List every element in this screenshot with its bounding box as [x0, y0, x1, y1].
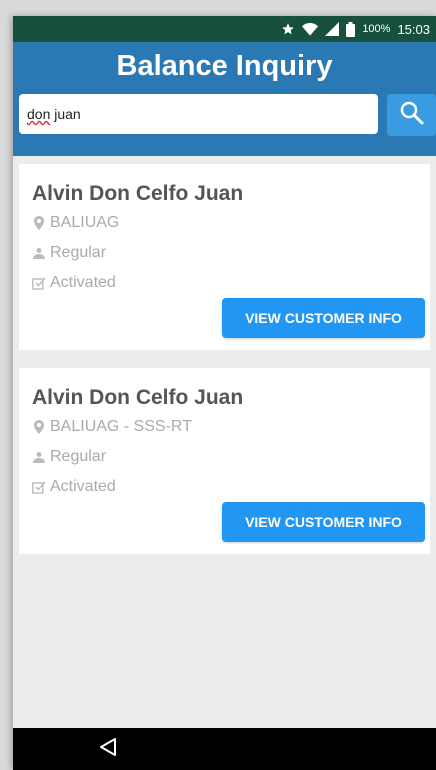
search-icon	[399, 100, 425, 131]
customer-type: Regular	[50, 244, 107, 261]
view-customer-info-button[interactable]: VIEW CUSTOMER INFO	[222, 298, 425, 338]
status-bar: 100% 15:03	[13, 16, 436, 42]
branch-row: BALIUAG - SSS-RT	[32, 418, 192, 436]
search-input[interactable]: don juan	[19, 94, 378, 134]
back-triangle-icon	[99, 737, 117, 762]
app-header: Balance Inquiry don juan	[13, 42, 436, 156]
signal-icon	[325, 22, 340, 36]
type-row: Regular	[32, 244, 106, 262]
user-icon	[32, 247, 46, 259]
page-title: Balance Inquiry	[116, 50, 333, 82]
search-value-misspelled: don	[27, 106, 51, 122]
customer-status: Activated	[50, 274, 116, 291]
search-button[interactable]	[387, 94, 436, 136]
type-row: Regular	[32, 448, 106, 466]
customer-branch: BALIUAG - SSS-RT	[50, 418, 192, 435]
status-row: Activated	[32, 274, 116, 292]
clock: 15:03	[397, 21, 430, 37]
search-value-rest: juan	[50, 106, 81, 122]
wifi-icon	[302, 22, 319, 36]
user-icon	[32, 451, 46, 463]
customer-status: Activated	[50, 478, 116, 495]
battery-icon	[346, 21, 356, 37]
customer-branch: BALIUAG	[50, 214, 120, 231]
customer-name: Alvin Don Celfo Juan	[32, 386, 244, 409]
checkbox-icon	[32, 277, 46, 290]
customer-card: Alvin Don Celfo Juan BALIUAG - SSS-RT Re…	[19, 368, 430, 554]
customer-type: Regular	[50, 448, 107, 465]
back-button[interactable]	[97, 737, 119, 761]
status-row: Activated	[32, 478, 116, 496]
battery-percent: 100%	[362, 23, 391, 35]
customer-name: Alvin Don Celfo Juan	[32, 182, 244, 205]
view-customer-info-button[interactable]: VIEW CUSTOMER INFO	[222, 502, 425, 542]
checkbox-icon	[32, 481, 46, 494]
branch-row: BALIUAG	[32, 214, 119, 232]
navigation-bar	[13, 728, 436, 770]
location-pin-icon	[32, 420, 46, 434]
location-pin-icon	[32, 216, 46, 230]
star-icon	[281, 22, 295, 36]
customer-card: Alvin Don Celfo Juan BALIUAG Regular Act…	[19, 164, 430, 350]
phone-screen: 100% 15:03 Balance Inquiry don juan Alvi…	[13, 16, 436, 770]
